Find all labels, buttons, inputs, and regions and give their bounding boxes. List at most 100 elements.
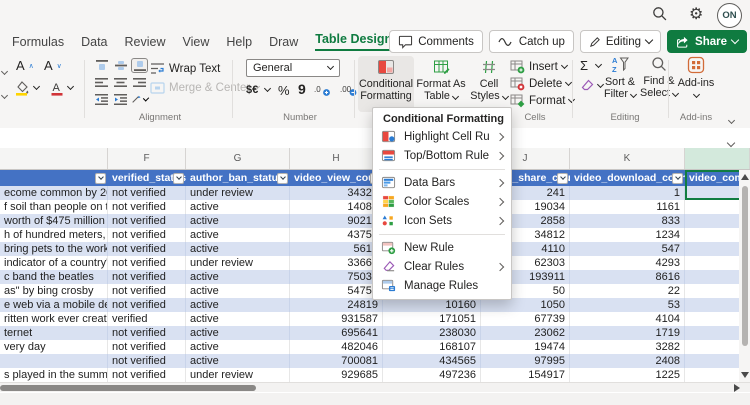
cell[interactable]: 482046 bbox=[290, 340, 383, 354]
align-middle-button[interactable] bbox=[112, 58, 129, 73]
cell[interactable]: ecome common by 2025 bbox=[0, 186, 108, 200]
merge-center-button[interactable]: Merge & Center bbox=[150, 82, 259, 94]
tab-view[interactable]: View bbox=[183, 35, 210, 49]
horizontal-scroll-thumb[interactable] bbox=[0, 385, 256, 391]
cell[interactable]: 10160 bbox=[383, 298, 481, 312]
vertical-scrollbar[interactable] bbox=[739, 170, 750, 382]
cell[interactable]: e web via a mobile device bbox=[0, 298, 108, 312]
cell[interactable]: 154917 bbox=[481, 368, 570, 382]
gear-icon[interactable]: ⚙ bbox=[689, 6, 707, 24]
cell[interactable]: 22 bbox=[570, 284, 685, 298]
cell[interactable]: active bbox=[186, 340, 290, 354]
catch-up-button[interactable]: Catch up bbox=[489, 30, 574, 53]
increase-decimal-button[interactable]: .0 bbox=[314, 83, 331, 97]
cell[interactable]: active bbox=[186, 242, 290, 256]
column-letter[interactable]: F bbox=[108, 148, 186, 169]
cell[interactable]: 4293 bbox=[570, 256, 685, 270]
cell[interactable]: not verified bbox=[108, 228, 186, 242]
filter-dropdown-icon[interactable] bbox=[277, 173, 288, 184]
editing-mode-button[interactable]: Editing bbox=[580, 30, 661, 53]
cell[interactable]: 1161 bbox=[570, 200, 685, 214]
scroll-right-arrow-icon[interactable] bbox=[734, 384, 740, 392]
cell[interactable]: 168107 bbox=[383, 340, 481, 354]
percent-style-button[interactable]: % bbox=[278, 83, 290, 98]
cell[interactable]: 4104 bbox=[570, 312, 685, 326]
collapse-ribbon-chevron-icon[interactable] bbox=[729, 110, 734, 128]
cell[interactable]: active bbox=[186, 298, 290, 312]
cell[interactable]: 43750 bbox=[290, 228, 383, 242]
share-button[interactable]: Share bbox=[667, 30, 747, 53]
align-bottom-button[interactable] bbox=[131, 58, 148, 73]
cell[interactable]: as" by bing crosby bbox=[0, 284, 108, 298]
cell[interactable]: active bbox=[186, 200, 290, 214]
search-icon[interactable] bbox=[652, 6, 670, 24]
cell[interactable]: 1719 bbox=[570, 326, 685, 340]
scroll-up-arrow-icon[interactable] bbox=[741, 174, 749, 180]
cell[interactable]: active bbox=[186, 326, 290, 340]
cell[interactable]: 497236 bbox=[383, 368, 481, 382]
sort-filter-button[interactable]: AZ Sort & Filter bbox=[602, 56, 638, 100]
menu-item-data-bars[interactable]: Data Bars bbox=[373, 173, 511, 192]
clear-button[interactable] bbox=[580, 79, 603, 92]
cell[interactable]: very day bbox=[0, 340, 108, 354]
chevron-down-icon[interactable] bbox=[2, 61, 7, 79]
cell[interactable]: ritten work ever created bbox=[0, 312, 108, 326]
cell[interactable]: under review bbox=[186, 186, 290, 200]
cell[interactable]: not verified bbox=[108, 354, 186, 368]
fill-color-button[interactable] bbox=[14, 80, 39, 96]
tab-help[interactable]: Help bbox=[226, 35, 252, 49]
cell[interactable]: 695641 bbox=[290, 326, 383, 340]
cell[interactable]: ternet bbox=[0, 326, 108, 340]
cell[interactable]: 54753 bbox=[290, 284, 383, 298]
cell[interactable]: not verified bbox=[108, 256, 186, 270]
format-as-table-button[interactable]: Format As Table bbox=[416, 56, 466, 112]
horizontal-scrollbar[interactable] bbox=[0, 382, 750, 392]
cell[interactable]: not verified bbox=[108, 200, 186, 214]
tab-draw[interactable]: Draw bbox=[269, 35, 298, 49]
cell[interactable]: 547 bbox=[570, 242, 685, 256]
cell[interactable]: not verified bbox=[108, 284, 186, 298]
autosum-button[interactable]: Σ bbox=[580, 58, 601, 73]
header-cell[interactable]: video_view_count bbox=[290, 170, 383, 186]
cell[interactable]: 1 bbox=[570, 186, 685, 200]
menu-item-manage-rules[interactable]: Manage Rules bbox=[373, 276, 511, 295]
cell[interactable]: 24819 bbox=[290, 298, 383, 312]
cell[interactable]: not verified bbox=[108, 186, 186, 200]
cell-styles-button[interactable]: Cell Styles bbox=[468, 56, 510, 112]
cell[interactable]: active bbox=[186, 214, 290, 228]
cell[interactable]: h of hundred meters, is th bbox=[0, 228, 108, 242]
align-center-button[interactable] bbox=[112, 75, 129, 90]
cell[interactable]: bring pets to the workpla bbox=[0, 242, 108, 256]
header-cell[interactable] bbox=[0, 170, 108, 186]
menu-item-highlight-cell-rules[interactable]: Highlight Cell Rules bbox=[373, 127, 511, 146]
cell[interactable]: worth of $475 million usd bbox=[0, 214, 108, 228]
cell[interactable]: 23062 bbox=[481, 326, 570, 340]
cell[interactable]: active bbox=[186, 270, 290, 284]
cell[interactable]: 929685 bbox=[290, 368, 383, 382]
cell[interactable]: 434565 bbox=[383, 354, 481, 368]
cell[interactable]: 33664 bbox=[290, 256, 383, 270]
avatar[interactable]: ON bbox=[717, 3, 742, 28]
cell[interactable]: 90218 bbox=[290, 214, 383, 228]
menu-item-clear-rules[interactable]: Clear Rules bbox=[373, 257, 511, 276]
decrease-indent-button[interactable] bbox=[93, 92, 110, 107]
font-color-button[interactable]: A bbox=[50, 80, 73, 96]
cell[interactable]: not verified bbox=[108, 340, 186, 354]
cell[interactable]: 14087 bbox=[290, 200, 383, 214]
header-cell[interactable]: author_ban_status bbox=[186, 170, 290, 186]
cell[interactable]: 97995 bbox=[481, 354, 570, 368]
chevron-down-icon[interactable] bbox=[2, 85, 7, 103]
column-letter[interactable] bbox=[0, 148, 108, 169]
cell[interactable]: 833 bbox=[570, 214, 685, 228]
cell[interactable]: not verified bbox=[108, 368, 186, 382]
cell[interactable]: indicator of a country's ov bbox=[0, 256, 108, 270]
wrap-text-button[interactable]: Wrap Text bbox=[150, 62, 220, 75]
cell[interactable]: under review bbox=[186, 256, 290, 270]
menu-item-top-bottom-rules[interactable]: Top/Bottom Rules bbox=[373, 146, 511, 165]
comma-style-button[interactable]: 9 bbox=[298, 81, 306, 97]
format-cells-button[interactable]: Format bbox=[510, 93, 574, 108]
column-letter[interactable]: H bbox=[290, 148, 383, 169]
conditional-formatting-button[interactable]: Conditional Formatting bbox=[358, 56, 414, 112]
cell[interactable]: 8616 bbox=[570, 270, 685, 284]
vertical-scroll-thumb[interactable] bbox=[742, 186, 748, 346]
